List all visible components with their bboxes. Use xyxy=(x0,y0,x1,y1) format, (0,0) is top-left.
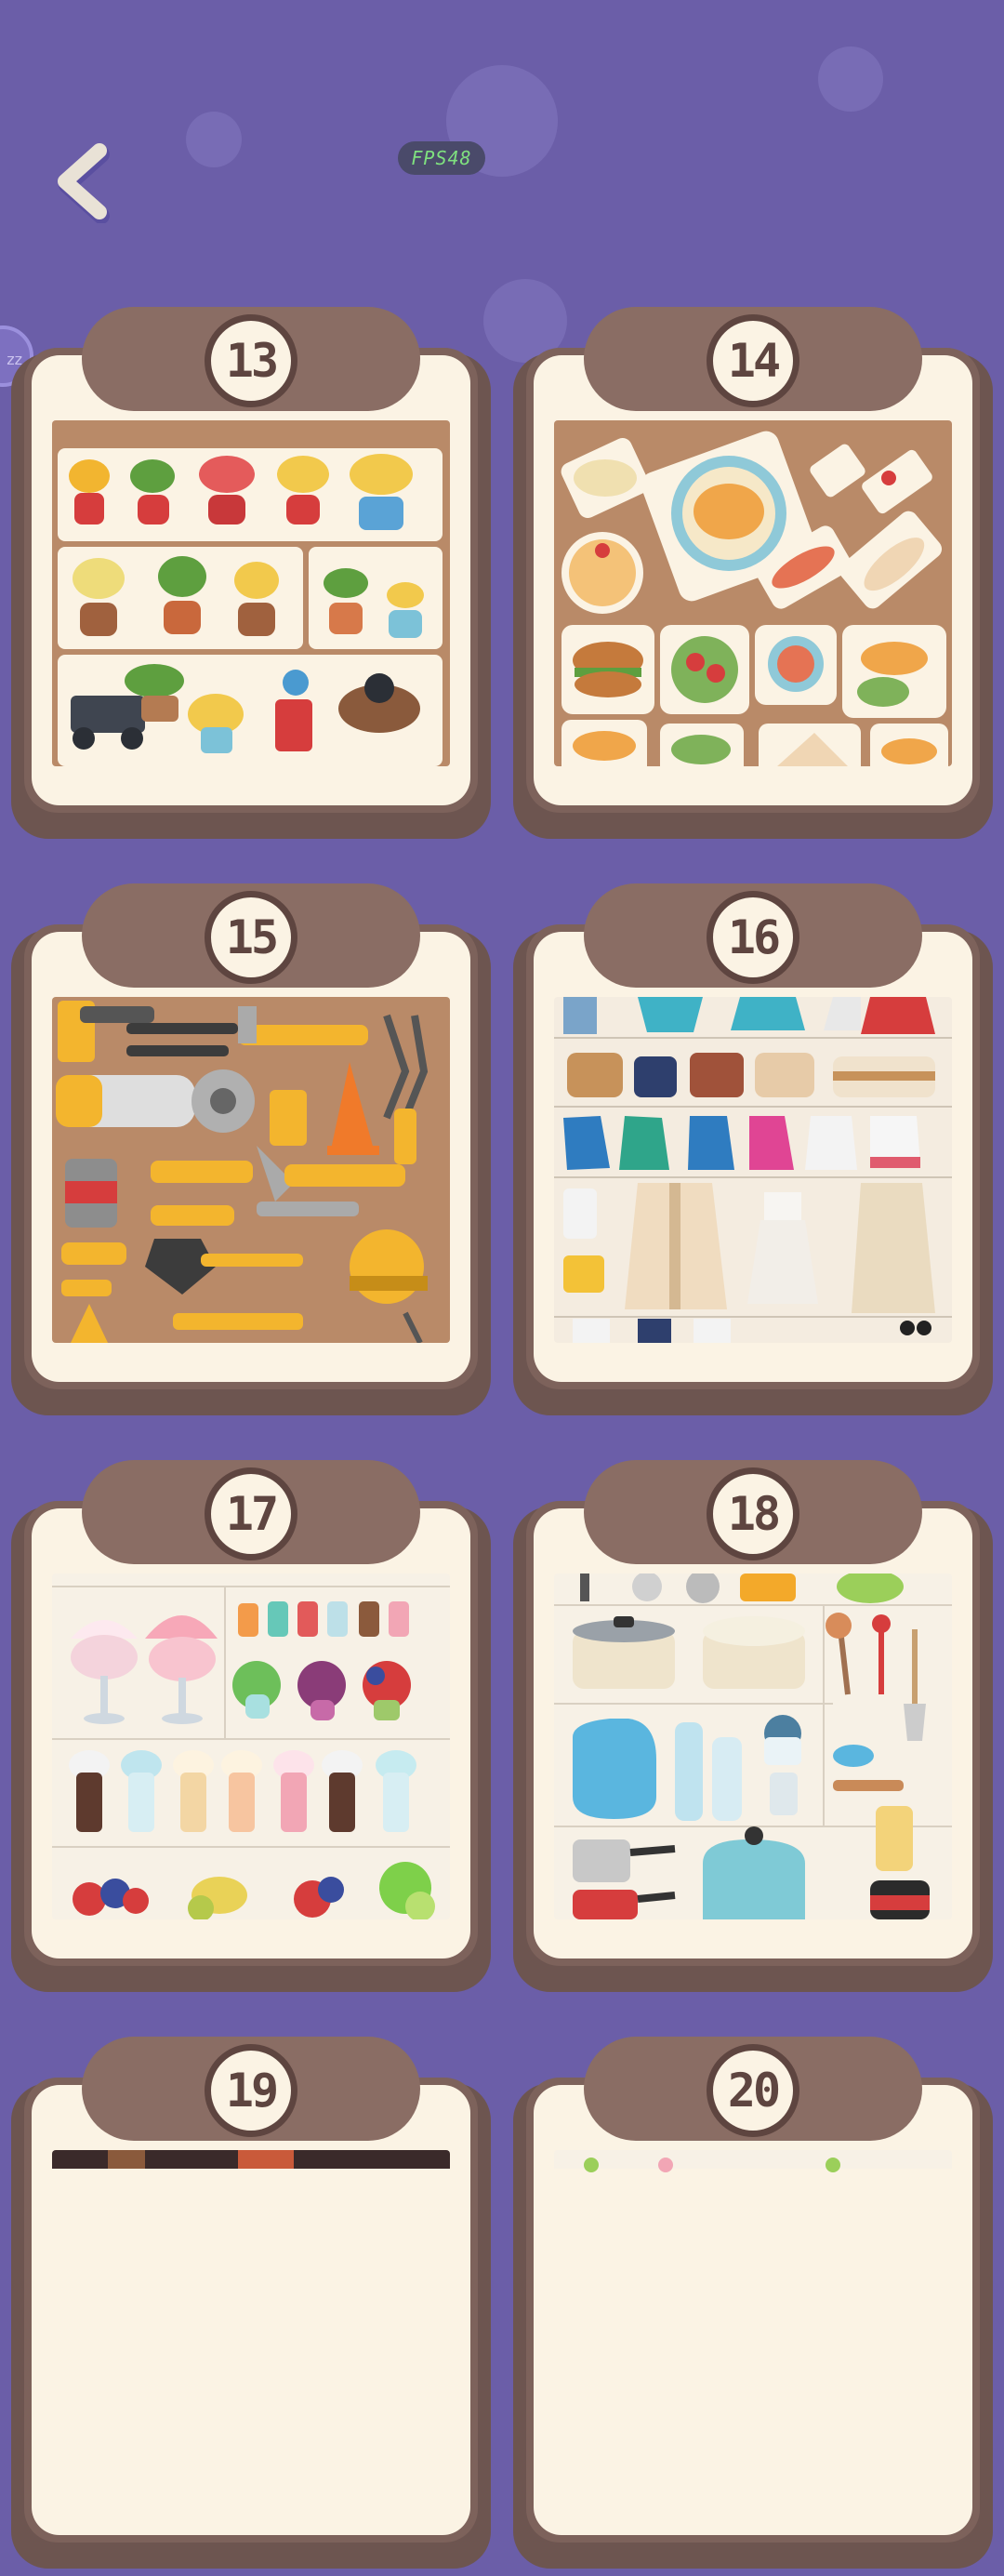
level-number: 18 xyxy=(707,1467,799,1560)
level-card-20[interactable]: 20 xyxy=(513,2037,993,2576)
level-number: 15 xyxy=(205,891,297,984)
back-button[interactable] xyxy=(48,139,123,224)
level-number: 13 xyxy=(205,314,297,407)
level-card-13[interactable]: 13 xyxy=(11,307,491,846)
level-number: 19 xyxy=(205,2044,297,2137)
background-bubble xyxy=(186,112,242,167)
level-thumbnail xyxy=(52,2150,450,2496)
background-bubble xyxy=(818,46,883,112)
level-card-16[interactable]: 16 xyxy=(513,883,993,1423)
level-card-15[interactable]: 15 xyxy=(11,883,491,1423)
level-thumbnail-desserts xyxy=(52,1573,450,1919)
level-number: 16 xyxy=(707,891,799,984)
level-number: 20 xyxy=(707,2044,799,2137)
level-number: 14 xyxy=(707,314,799,407)
level-card-19[interactable]: 19 xyxy=(11,2037,491,2576)
level-thumbnail-clothes xyxy=(554,997,952,1343)
chevron-left-icon xyxy=(58,143,110,224)
level-thumbnail-plants xyxy=(52,420,450,766)
level-thumbnail xyxy=(554,2150,952,2496)
level-card-18[interactable]: 18 xyxy=(513,1460,993,1999)
fps-counter: FPS48 xyxy=(398,141,485,175)
level-thumbnail-tools xyxy=(52,997,450,1343)
level-card-17[interactable]: 17 xyxy=(11,1460,491,1999)
level-card-14[interactable]: 14 xyxy=(513,307,993,846)
level-thumbnail-kitchenware xyxy=(554,1573,952,1919)
level-number: 17 xyxy=(205,1467,297,1560)
level-thumbnail-food xyxy=(554,420,952,766)
